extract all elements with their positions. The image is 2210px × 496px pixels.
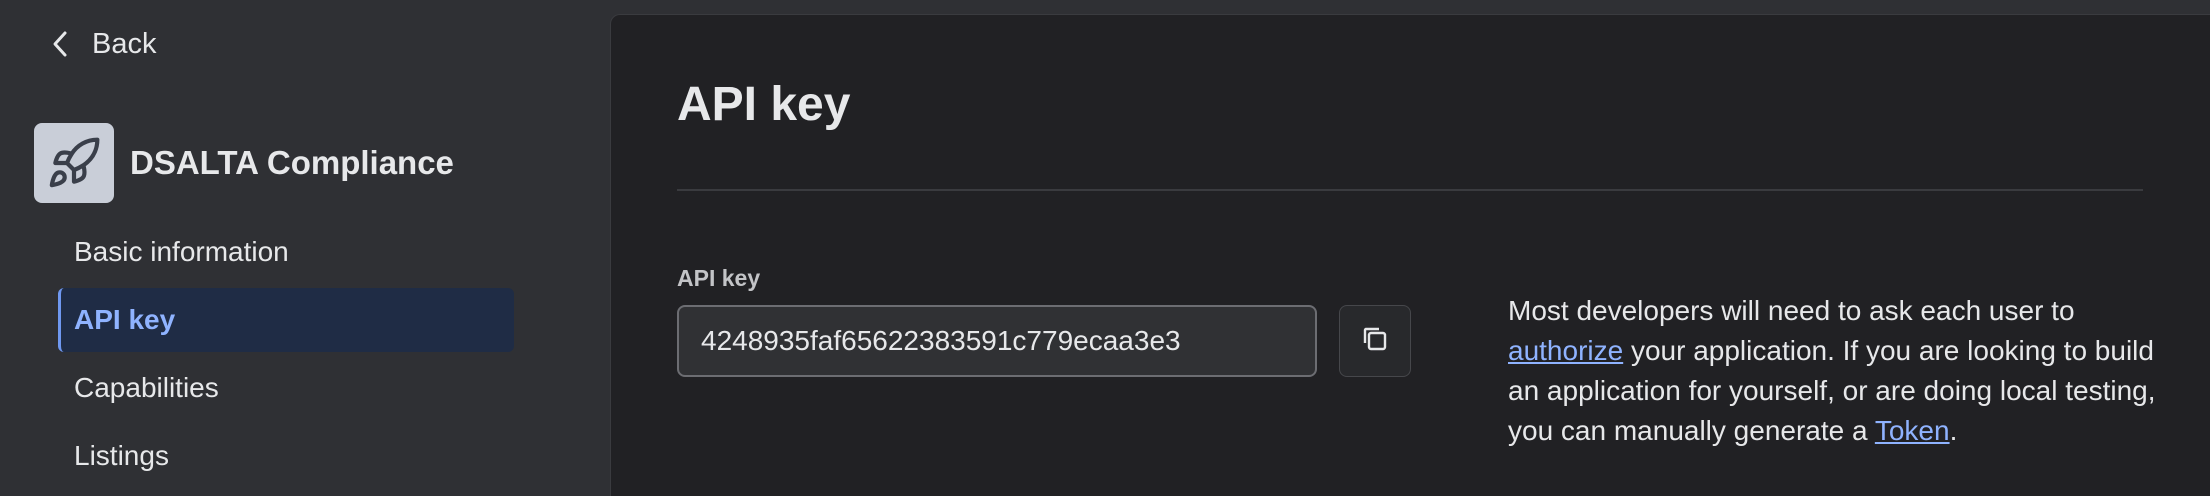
sidebar-item-capabilities[interactable]: Capabilities	[58, 356, 514, 420]
app-header: DSALTA Compliance	[34, 123, 454, 203]
authorize-link[interactable]: authorize	[1508, 335, 1623, 366]
chevron-left-icon	[50, 30, 70, 58]
page-title: API key	[677, 78, 851, 131]
sidebar: Back DSALTA Compliance Basic information…	[0, 0, 610, 496]
help-text: Most developers will need to ask each us…	[1508, 291, 2158, 451]
token-link[interactable]: Token	[1875, 415, 1950, 446]
back-button[interactable]: Back	[50, 20, 156, 68]
copy-icon	[1359, 323, 1391, 360]
rocket-icon	[34, 123, 114, 203]
sidebar-nav: Basic information API key Capabilities L…	[58, 220, 514, 492]
main-panel: API key API key Most developers will nee…	[610, 14, 2210, 496]
help-text-part1: Most developers will need to ask each us…	[1508, 295, 2075, 326]
sidebar-item-listings[interactable]: Listings	[58, 424, 514, 488]
copy-button[interactable]	[1339, 305, 1411, 377]
api-key-field[interactable]	[677, 305, 1317, 377]
app-root: Back DSALTA Compliance Basic information…	[0, 0, 2210, 496]
sidebar-item-api-key[interactable]: API key	[58, 288, 514, 352]
help-text-part3: .	[1949, 415, 1958, 446]
back-label: Back	[92, 27, 157, 60]
sidebar-item-basic-information[interactable]: Basic information	[58, 220, 514, 284]
api-key-label: API key	[677, 265, 761, 291]
divider	[677, 189, 2143, 191]
app-name: DSALTA Compliance	[130, 144, 454, 181]
